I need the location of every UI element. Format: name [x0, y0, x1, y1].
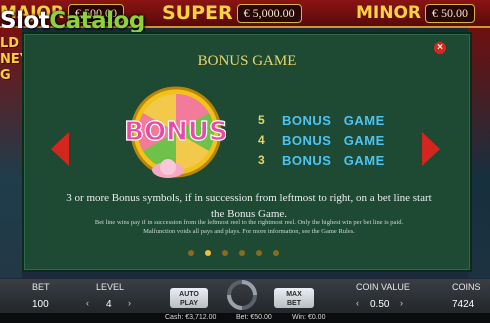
- pay-name: BONUS GAME: [282, 152, 385, 168]
- game-title-line: NEY: [0, 52, 30, 67]
- next-page-arrow-icon[interactable]: [422, 132, 440, 166]
- bet-value: 100: [32, 299, 49, 310]
- pay-name: BONUS GAME: [282, 132, 385, 148]
- max-bet-label-line: BET: [287, 300, 301, 307]
- bonus-symbol-text: BONUS: [126, 117, 226, 147]
- watermark-catalog: Catalog: [49, 8, 145, 34]
- minor-label: MINOR: [356, 3, 422, 23]
- super-label: SUPER: [162, 2, 233, 24]
- level-decrease-icon[interactable]: ‹: [86, 298, 89, 308]
- max-bet-label-line: MAX: [286, 291, 302, 298]
- super-jackpot: SUPER € 5,000.00: [162, 2, 302, 24]
- game-title-partial: LD NEY G: [0, 36, 30, 84]
- coins-value: 7424: [452, 299, 475, 310]
- page-dot-active[interactable]: [205, 250, 211, 256]
- pay-count: 5: [258, 113, 265, 127]
- pay-name: BONUS GAME: [282, 112, 385, 128]
- autoplay-label-line: PLAY: [179, 300, 199, 307]
- page-indicator: [188, 250, 279, 256]
- coin-value-increase-icon[interactable]: ›: [400, 298, 403, 308]
- page-dot[interactable]: [222, 250, 228, 256]
- level-increase-icon[interactable]: ›: [128, 298, 131, 308]
- minor-value: € 50.00: [425, 3, 476, 23]
- page-dot[interactable]: [256, 250, 262, 256]
- minor-jackpot: MINOR € 50.00: [356, 2, 476, 24]
- pay-count: 4: [258, 133, 265, 147]
- super-value: € 5,000.00: [236, 3, 302, 23]
- coin-value-label: COIN VALUE: [356, 282, 410, 292]
- level-label: LEVEL: [96, 282, 125, 292]
- autoplay-button[interactable]: AUTO PLAY: [170, 288, 208, 308]
- spin-button-icon[interactable]: [220, 280, 264, 310]
- bet-status: Bet: €50.00: [236, 314, 272, 321]
- page-dot[interactable]: [188, 250, 194, 256]
- max-bet-button[interactable]: MAX BET: [274, 288, 314, 308]
- close-icon[interactable]: ×: [434, 42, 446, 54]
- game-title-line: LD: [0, 36, 20, 51]
- paytable-panel: BONUS GAME × BONUS 5 BONUS GAME 4 BONUS …: [22, 32, 472, 272]
- coin-value-decrease-icon[interactable]: ‹: [356, 298, 359, 308]
- win-status: Win: €0.00: [292, 314, 326, 321]
- coin-value: 0.50: [370, 299, 390, 310]
- status-bar: Cash: €3,712.00 Bet: €50.00 Win: €0.00: [0, 313, 490, 323]
- rules-fine-print: Bet line wins pay if in succession from …: [94, 219, 404, 235]
- coins-label: COINS: [452, 282, 481, 292]
- page-dot[interactable]: [273, 250, 279, 256]
- paytable-title: BONUS GAME: [197, 53, 297, 69]
- bonus-symbol-icon: BONUS: [126, 86, 226, 178]
- cash-status: Cash: €3,712.00: [165, 314, 217, 321]
- pay-row: 3 BONUS GAME: [258, 151, 385, 169]
- previous-page-arrow-icon[interactable]: [51, 132, 69, 166]
- pay-row: 5 BONUS GAME: [258, 111, 385, 129]
- page-dot[interactable]: [239, 250, 245, 256]
- autoplay-label-line: AUTO: [179, 291, 199, 298]
- pay-row: 4 BONUS GAME: [258, 131, 385, 149]
- game-title-line: G: [0, 68, 11, 83]
- bet-label: BET: [32, 282, 50, 292]
- pay-count: 3: [258, 153, 265, 167]
- level-value: 4: [106, 299, 112, 310]
